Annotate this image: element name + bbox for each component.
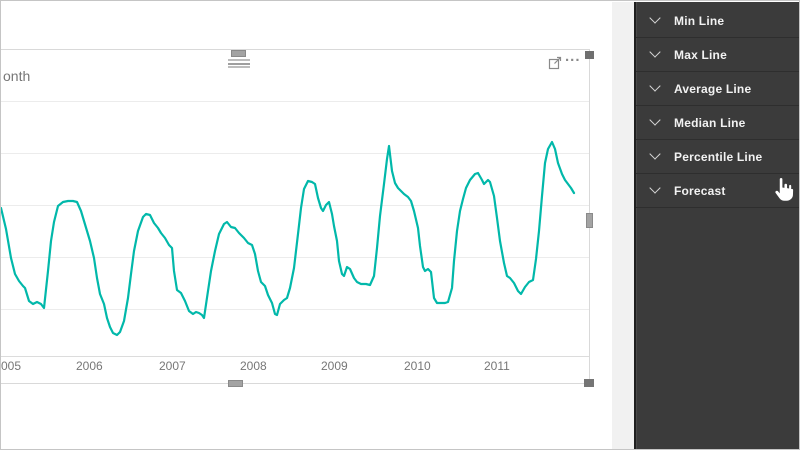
x-axis-tick-label: 2010 — [404, 359, 431, 373]
x-axis-tick-label: 2009 — [321, 359, 348, 373]
chevron-down-icon — [649, 114, 660, 125]
chevron-down-icon — [649, 182, 660, 193]
x-axis-tick-label: 2011 — [484, 359, 510, 373]
analytics-item-min-line[interactable]: Min Line — [636, 4, 800, 38]
line-chart — [1, 1, 601, 401]
x-axis-tick-label: 2006 — [76, 359, 103, 373]
focus-mode-icon[interactable] — [548, 55, 563, 70]
analytics-item-label: Average Line — [674, 82, 751, 96]
analytics-item-percentile-line[interactable]: Percentile Line — [636, 140, 800, 174]
chevron-down-icon — [649, 12, 660, 23]
analytics-item-average-line[interactable]: Average Line — [636, 72, 800, 106]
gridline — [1, 257, 589, 258]
analytics-item-label: Forecast — [674, 184, 726, 198]
report-canvas[interactable]: onth 005 2006 2007 2008 2009 2010 2011 ... — [1, 1, 612, 449]
chart-axis-line — [1, 356, 589, 357]
resize-handle-right[interactable] — [586, 213, 593, 228]
visual-title: onth — [3, 68, 30, 84]
gridline — [1, 309, 589, 310]
x-axis-tick-label: 2007 — [159, 359, 186, 373]
analytics-pane: Min Line Max Line Average Line Median Line P… — [634, 2, 800, 450]
screenshot-frame: onth 005 2006 2007 2008 2009 2010 2011 ... — [0, 0, 800, 450]
analytics-item-label: Percentile Line — [674, 150, 762, 164]
canvas-gutter — [612, 2, 634, 450]
x-axis-tick-label: 2008 — [240, 359, 267, 373]
gridline — [1, 205, 589, 206]
analytics-item-label: Median Line — [674, 116, 746, 130]
gridline — [1, 101, 589, 102]
visual-border-top — [1, 49, 590, 50]
analytics-item-label: Min Line — [674, 14, 724, 28]
line-series — [1, 142, 574, 335]
analytics-item-label: Max Line — [674, 48, 727, 62]
chevron-down-icon — [649, 80, 660, 91]
analytics-item-max-line[interactable]: Max Line — [636, 38, 800, 72]
more-options-button[interactable]: ... — [565, 52, 585, 68]
chevron-down-icon — [649, 148, 660, 159]
analytics-item-forecast[interactable]: Forecast — [636, 174, 800, 208]
resize-handle-bottom[interactable] — [228, 380, 243, 387]
x-axis-tick-label: 005 — [1, 359, 21, 373]
drag-grip-icon[interactable] — [228, 59, 250, 70]
gridline — [1, 153, 589, 154]
resize-handle-top[interactable] — [231, 50, 246, 57]
chevron-down-icon — [649, 46, 660, 57]
analytics-item-median-line[interactable]: Median Line — [636, 106, 800, 140]
resize-handle-top-right[interactable] — [585, 51, 594, 59]
resize-handle-bottom-right[interactable] — [584, 379, 594, 387]
visual-border-bottom — [1, 383, 590, 384]
